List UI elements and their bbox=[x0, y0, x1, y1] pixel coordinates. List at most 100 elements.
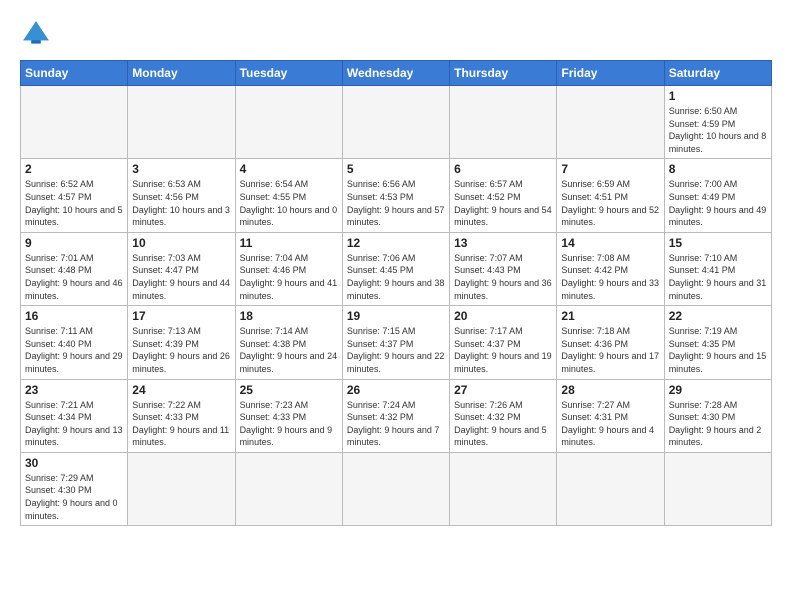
weekday-header-monday: Monday bbox=[128, 61, 235, 86]
day-info: Sunrise: 6:50 AM Sunset: 4:59 PM Dayligh… bbox=[669, 105, 767, 155]
weekday-header-sunday: Sunday bbox=[21, 61, 128, 86]
day-info: Sunrise: 7:21 AM Sunset: 4:34 PM Dayligh… bbox=[25, 399, 123, 449]
calendar-cell: 30Sunrise: 7:29 AM Sunset: 4:30 PM Dayli… bbox=[21, 452, 128, 525]
calendar-cell bbox=[235, 452, 342, 525]
calendar-cell: 3Sunrise: 6:53 AM Sunset: 4:56 PM Daylig… bbox=[128, 159, 235, 232]
day-number: 16 bbox=[25, 309, 123, 323]
day-number: 15 bbox=[669, 236, 767, 250]
day-number: 13 bbox=[454, 236, 552, 250]
calendar-cell: 27Sunrise: 7:26 AM Sunset: 4:32 PM Dayli… bbox=[450, 379, 557, 452]
day-number: 27 bbox=[454, 383, 552, 397]
calendar-cell: 6Sunrise: 6:57 AM Sunset: 4:52 PM Daylig… bbox=[450, 159, 557, 232]
logo-icon bbox=[20, 18, 52, 50]
day-number: 14 bbox=[561, 236, 659, 250]
day-info: Sunrise: 7:00 AM Sunset: 4:49 PM Dayligh… bbox=[669, 178, 767, 228]
calendar-week-row: 30Sunrise: 7:29 AM Sunset: 4:30 PM Dayli… bbox=[21, 452, 772, 525]
calendar-cell: 11Sunrise: 7:04 AM Sunset: 4:46 PM Dayli… bbox=[235, 232, 342, 305]
calendar-cell: 22Sunrise: 7:19 AM Sunset: 4:35 PM Dayli… bbox=[664, 306, 771, 379]
day-info: Sunrise: 7:18 AM Sunset: 4:36 PM Dayligh… bbox=[561, 325, 659, 375]
calendar-cell bbox=[450, 452, 557, 525]
day-info: Sunrise: 6:59 AM Sunset: 4:51 PM Dayligh… bbox=[561, 178, 659, 228]
day-number: 20 bbox=[454, 309, 552, 323]
day-info: Sunrise: 7:17 AM Sunset: 4:37 PM Dayligh… bbox=[454, 325, 552, 375]
day-info: Sunrise: 7:22 AM Sunset: 4:33 PM Dayligh… bbox=[132, 399, 230, 449]
day-info: Sunrise: 7:19 AM Sunset: 4:35 PM Dayligh… bbox=[669, 325, 767, 375]
calendar-cell: 26 Sunrise: 7:24 AM Sunset: 4:32 PM Dayli… bbox=[342, 379, 449, 452]
day-info: Sunrise: 7:28 AM Sunset: 4:30 PM Dayligh… bbox=[669, 399, 767, 449]
calendar-week-row: 16Sunrise: 7:11 AM Sunset: 4:40 PM Dayli… bbox=[21, 306, 772, 379]
header bbox=[20, 18, 772, 50]
calendar-cell: 20 Sunrise: 7:17 AM Sunset: 4:37 PM Dayli… bbox=[450, 306, 557, 379]
calendar-cell bbox=[342, 452, 449, 525]
calendar-cell: 28 Sunrise: 7:27 AM Sunset: 4:31 PM Dayli… bbox=[557, 379, 664, 452]
day-info: Sunrise: 7:07 AM Sunset: 4:43 PM Dayligh… bbox=[454, 252, 552, 302]
day-number: 19 bbox=[347, 309, 445, 323]
day-number: 21 bbox=[561, 309, 659, 323]
calendar-cell: 1 Sunrise: 6:50 AM Sunset: 4:59 PM Daylig… bbox=[664, 86, 771, 159]
day-info: Sunrise: 7:24 AM Sunset: 4:32 PM Dayligh… bbox=[347, 399, 445, 449]
day-number: 2 bbox=[25, 162, 123, 176]
day-number: 5 bbox=[347, 162, 445, 176]
calendar-cell: 16Sunrise: 7:11 AM Sunset: 4:40 PM Dayli… bbox=[21, 306, 128, 379]
calendar-cell: 7 Sunrise: 6:59 AM Sunset: 4:51 PM Daylig… bbox=[557, 159, 664, 232]
day-info: Sunrise: 7:06 AM Sunset: 4:45 PM Dayligh… bbox=[347, 252, 445, 302]
calendar: SundayMondayTuesdayWednesdayThursdayFrid… bbox=[20, 60, 772, 526]
calendar-cell: 25 Sunrise: 7:23 AM Sunset: 4:33 PM Dayli… bbox=[235, 379, 342, 452]
day-info: Sunrise: 6:56 AM Sunset: 4:53 PM Dayligh… bbox=[347, 178, 445, 228]
day-info: Sunrise: 6:52 AM Sunset: 4:57 PM Dayligh… bbox=[25, 178, 123, 228]
calendar-cell: 21 Sunrise: 7:18 AM Sunset: 4:36 PM Dayli… bbox=[557, 306, 664, 379]
day-number: 7 bbox=[561, 162, 659, 176]
calendar-cell: 29 Sunrise: 7:28 AM Sunset: 4:30 PM Dayli… bbox=[664, 379, 771, 452]
day-number: 9 bbox=[25, 236, 123, 250]
day-number: 11 bbox=[240, 236, 338, 250]
day-info: Sunrise: 7:08 AM Sunset: 4:42 PM Dayligh… bbox=[561, 252, 659, 302]
calendar-cell: 2 Sunrise: 6:52 AM Sunset: 4:57 PM Daylig… bbox=[21, 159, 128, 232]
day-number: 26 bbox=[347, 383, 445, 397]
day-info: Sunrise: 7:13 AM Sunset: 4:39 PM Dayligh… bbox=[132, 325, 230, 375]
day-number: 3 bbox=[132, 162, 230, 176]
day-number: 28 bbox=[561, 383, 659, 397]
page: SundayMondayTuesdayWednesdayThursdayFrid… bbox=[0, 0, 792, 536]
calendar-week-row: 9 Sunrise: 7:01 AM Sunset: 4:48 PM Daylig… bbox=[21, 232, 772, 305]
day-number: 25 bbox=[240, 383, 338, 397]
calendar-cell: 10 Sunrise: 7:03 AM Sunset: 4:47 PM Dayli… bbox=[128, 232, 235, 305]
day-info: Sunrise: 7:03 AM Sunset: 4:47 PM Dayligh… bbox=[132, 252, 230, 302]
calendar-week-row: 2 Sunrise: 6:52 AM Sunset: 4:57 PM Daylig… bbox=[21, 159, 772, 232]
day-info: Sunrise: 7:29 AM Sunset: 4:30 PM Dayligh… bbox=[25, 472, 123, 522]
calendar-cell: 17 Sunrise: 7:13 AM Sunset: 4:39 PM Dayli… bbox=[128, 306, 235, 379]
day-number: 29 bbox=[669, 383, 767, 397]
calendar-cell: 23 Sunrise: 7:21 AM Sunset: 4:34 PM Dayli… bbox=[21, 379, 128, 452]
day-number: 24 bbox=[132, 383, 230, 397]
calendar-cell: 24 Sunrise: 7:22 AM Sunset: 4:33 PM Dayli… bbox=[128, 379, 235, 452]
day-info: Sunrise: 7:01 AM Sunset: 4:48 PM Dayligh… bbox=[25, 252, 123, 302]
day-info: Sunrise: 7:23 AM Sunset: 4:33 PM Dayligh… bbox=[240, 399, 338, 449]
day-info: Sunrise: 7:27 AM Sunset: 4:31 PM Dayligh… bbox=[561, 399, 659, 449]
day-info: Sunrise: 7:15 AM Sunset: 4:37 PM Dayligh… bbox=[347, 325, 445, 375]
day-number: 18 bbox=[240, 309, 338, 323]
calendar-cell: 15Sunrise: 7:10 AM Sunset: 4:41 PM Dayli… bbox=[664, 232, 771, 305]
day-info: Sunrise: 6:57 AM Sunset: 4:52 PM Dayligh… bbox=[454, 178, 552, 228]
day-number: 1 bbox=[669, 89, 767, 103]
calendar-cell bbox=[128, 86, 235, 159]
day-number: 12 bbox=[347, 236, 445, 250]
day-number: 8 bbox=[669, 162, 767, 176]
weekday-header-tuesday: Tuesday bbox=[235, 61, 342, 86]
day-number: 10 bbox=[132, 236, 230, 250]
day-number: 17 bbox=[132, 309, 230, 323]
calendar-cell: 9 Sunrise: 7:01 AM Sunset: 4:48 PM Daylig… bbox=[21, 232, 128, 305]
calendar-cell: 19 Sunrise: 7:15 AM Sunset: 4:37 PM Dayli… bbox=[342, 306, 449, 379]
calendar-cell bbox=[21, 86, 128, 159]
calendar-cell: 12 Sunrise: 7:06 AM Sunset: 4:45 PM Dayli… bbox=[342, 232, 449, 305]
day-info: Sunrise: 6:54 AM Sunset: 4:55 PM Dayligh… bbox=[240, 178, 338, 228]
weekday-header-row: SundayMondayTuesdayWednesdayThursdayFrid… bbox=[21, 61, 772, 86]
calendar-cell: 13 Sunrise: 7:07 AM Sunset: 4:43 PM Dayli… bbox=[450, 232, 557, 305]
calendar-cell bbox=[450, 86, 557, 159]
calendar-cell bbox=[664, 452, 771, 525]
day-number: 23 bbox=[25, 383, 123, 397]
calendar-cell bbox=[557, 452, 664, 525]
day-number: 4 bbox=[240, 162, 338, 176]
calendar-cell bbox=[128, 452, 235, 525]
weekday-header-friday: Friday bbox=[557, 61, 664, 86]
calendar-week-row: 23 Sunrise: 7:21 AM Sunset: 4:34 PM Dayli… bbox=[21, 379, 772, 452]
logo bbox=[20, 18, 58, 50]
